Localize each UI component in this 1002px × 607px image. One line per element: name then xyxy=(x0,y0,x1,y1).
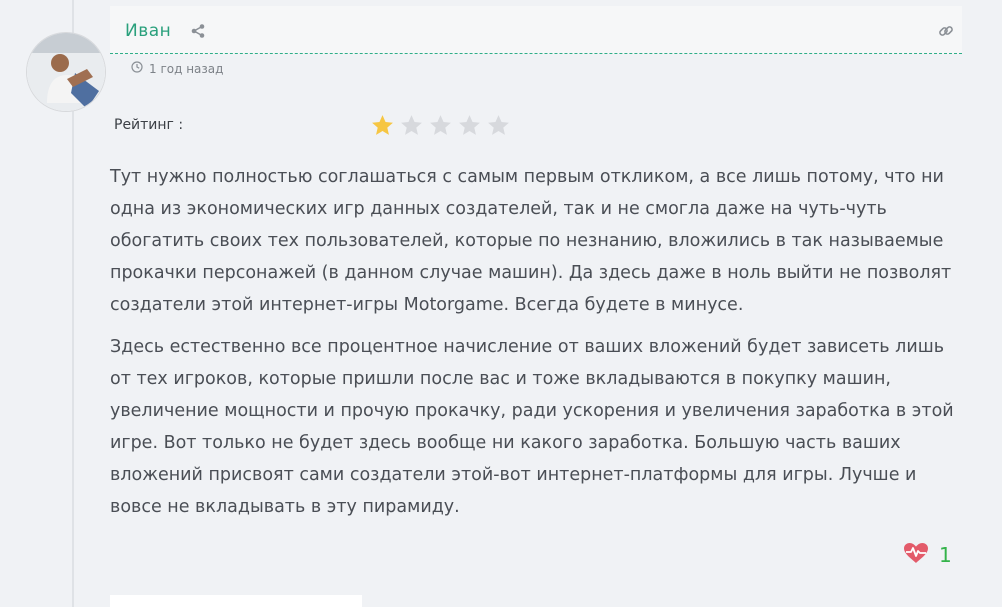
author-name[interactable]: Иван xyxy=(125,21,171,41)
avatar-photo xyxy=(27,33,105,111)
like-count: 1 xyxy=(939,543,952,567)
heartbeat-icon xyxy=(903,542,929,568)
link-icon[interactable] xyxy=(938,23,954,39)
rating-label: Рейтинг : xyxy=(114,117,184,133)
share-icon[interactable] xyxy=(190,23,206,39)
star-empty-icon xyxy=(457,113,482,138)
star-empty-icon xyxy=(399,113,424,138)
clock-icon xyxy=(131,61,143,76)
rating-stars xyxy=(370,113,511,138)
comment-paragraph: Здесь естественно все процентное начисле… xyxy=(110,337,954,517)
star-empty-icon xyxy=(486,113,511,138)
reply-box[interactable] xyxy=(110,595,362,607)
comment-paragraph: Тут нужно полностью соглашаться с самым … xyxy=(110,167,952,315)
comment-header: Иван xyxy=(110,6,962,54)
avatar[interactable] xyxy=(27,33,105,111)
comment-body: Тут нужно полностью соглашаться с самым … xyxy=(110,161,970,533)
like-button[interactable]: 1 xyxy=(903,542,952,568)
star-filled-icon xyxy=(370,113,395,138)
time-text: 1 год назад xyxy=(149,61,224,76)
star-empty-icon xyxy=(428,113,453,138)
comment-time: 1 год назад xyxy=(131,61,223,76)
